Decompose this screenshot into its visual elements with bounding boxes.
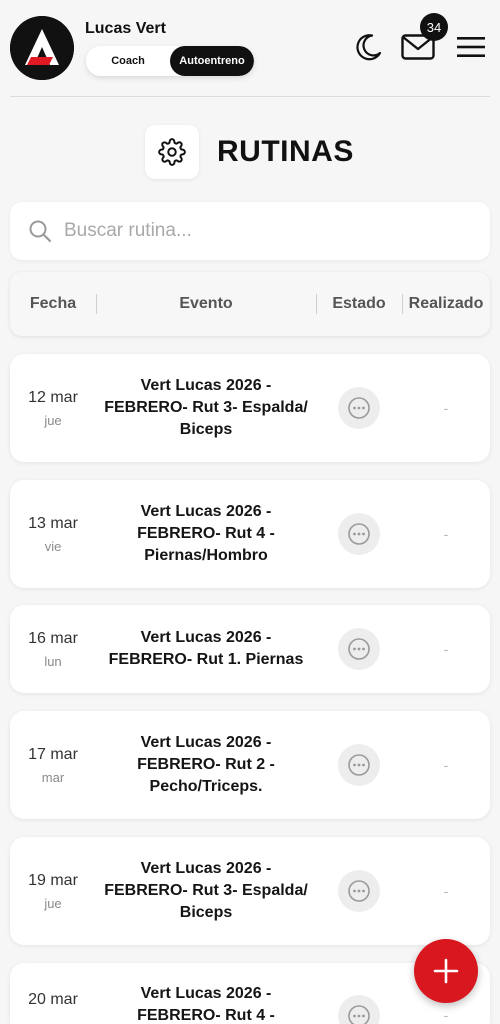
- row-event[interactable]: Vert Lucas 2026 - FEBRERO- Rut 3- Espald…: [96, 837, 316, 945]
- row-date-day: 12 mar: [28, 388, 78, 406]
- routine-list: 12 mar jue Vert Lucas 2026 - FEBRERO- Ru…: [0, 0, 500, 1024]
- row-date-weekday: jue: [44, 412, 62, 428]
- row-date: 20 mar: [10, 963, 96, 1024]
- status-button[interactable]: [338, 870, 380, 912]
- table-row[interactable]: 17 mar mar Vert Lucas 2026 - FEBRERO- Ru…: [10, 711, 490, 819]
- row-date-day: 20 mar: [28, 991, 78, 1008]
- more-icon: [348, 638, 370, 660]
- row-done: -: [443, 400, 449, 416]
- status-button[interactable]: [338, 387, 380, 429]
- row-date-day: 13 mar: [28, 514, 78, 532]
- row-date-weekday: mar: [41, 769, 65, 785]
- add-routine-button[interactable]: [414, 939, 478, 1003]
- row-event[interactable]: Vert Lucas 2026 - FEBRERO- Rut 4 -: [96, 963, 316, 1024]
- row-date-weekday: jue: [44, 895, 62, 911]
- more-icon: [348, 754, 370, 776]
- more-icon: [348, 523, 370, 545]
- row-done: -: [443, 883, 449, 899]
- row-event[interactable]: Vert Lucas 2026 - FEBRERO- Rut 2 - Pecho…: [96, 711, 316, 819]
- table-row[interactable]: 16 mar lun Vert Lucas 2026 - FEBRERO- Ru…: [10, 605, 490, 693]
- row-date-day: 17 mar: [28, 745, 78, 763]
- row-date: 17 mar mar: [10, 711, 96, 819]
- more-icon: [348, 880, 370, 902]
- more-icon: [348, 1005, 370, 1024]
- row-date: 19 mar jue: [10, 837, 96, 945]
- row-event[interactable]: Vert Lucas 2026 - FEBRERO- Rut 4 - Piern…: [96, 480, 316, 588]
- row-date-weekday: lun: [44, 653, 62, 669]
- status-button[interactable]: [338, 744, 380, 786]
- row-date: 12 mar jue: [10, 354, 96, 462]
- status-button[interactable]: [338, 513, 380, 555]
- row-done: -: [443, 641, 449, 657]
- more-icon: [348, 397, 370, 419]
- table-row[interactable]: 19 mar jue Vert Lucas 2026 - FEBRERO- Ru…: [10, 837, 490, 945]
- status-button[interactable]: [338, 995, 380, 1024]
- row-done: -: [443, 526, 449, 542]
- table-row[interactable]: 12 mar jue Vert Lucas 2026 - FEBRERO- Ru…: [10, 354, 490, 462]
- row-date: 13 mar vie: [10, 480, 96, 588]
- table-row[interactable]: 13 mar vie Vert Lucas 2026 - FEBRERO- Ru…: [10, 480, 490, 588]
- row-date-day: 16 mar: [28, 629, 78, 647]
- plus-icon: [433, 958, 459, 984]
- row-event[interactable]: Vert Lucas 2026 - FEBRERO- Rut 3- Espald…: [96, 354, 316, 462]
- status-button[interactable]: [338, 628, 380, 670]
- row-date-day: 19 mar: [28, 871, 78, 889]
- row-date-weekday: vie: [44, 538, 62, 554]
- row-date: 16 mar lun: [10, 605, 96, 693]
- row-done: -: [443, 757, 449, 773]
- row-event[interactable]: Vert Lucas 2026 - FEBRERO- Rut 1. Pierna…: [96, 605, 316, 693]
